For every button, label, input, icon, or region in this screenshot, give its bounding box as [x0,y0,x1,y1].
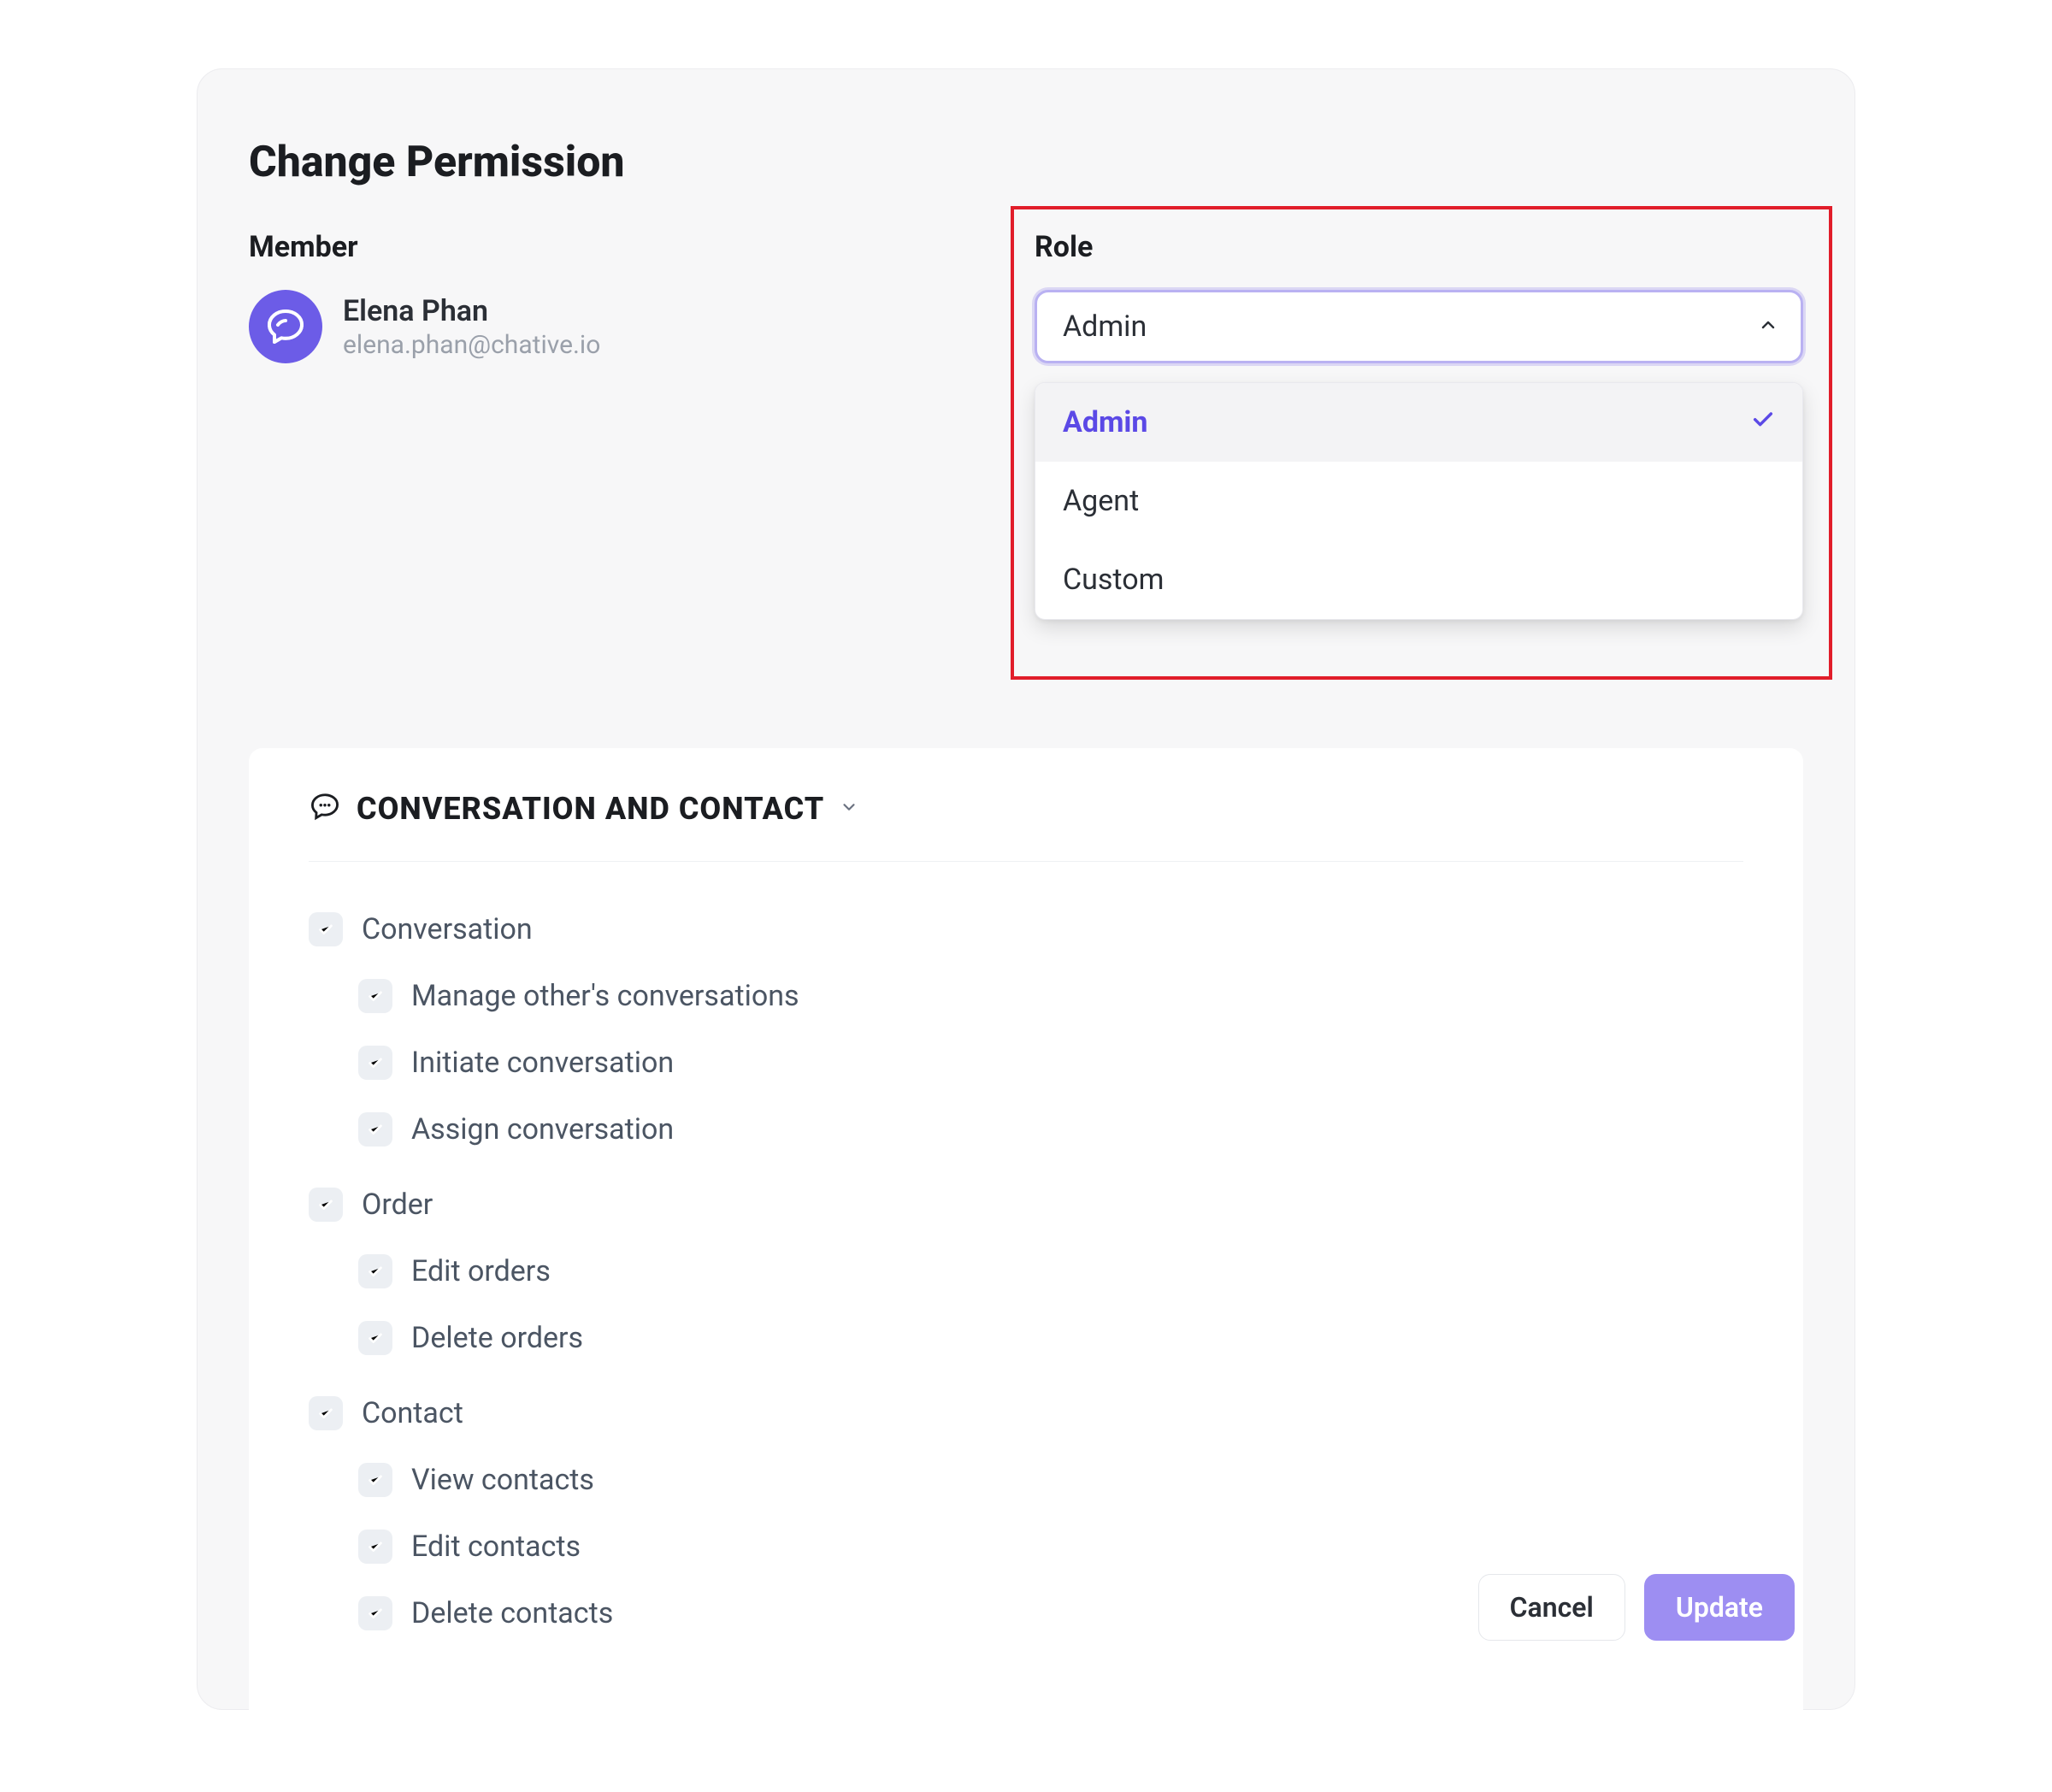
role-option-admin[interactable]: Admin [1035,383,1802,462]
permissions-section-title: CONVERSATION AND CONTACT [357,791,824,827]
perm-label: Initiate conversation [411,1046,674,1080]
perm-item[interactable]: Initiate conversation [309,1029,1743,1096]
checkbox-icon[interactable] [358,1046,392,1080]
checkbox-icon[interactable] [358,979,392,1013]
member-label: Member [249,230,1017,264]
perm-item[interactable]: Order [309,1171,1743,1238]
perm-item[interactable]: Conversation [309,896,1743,963]
perm-item[interactable]: Delete orders [309,1305,1743,1371]
role-select[interactable]: Admin [1035,290,1803,363]
role-option-label: Agent [1063,484,1139,518]
perm-item[interactable]: Contact [309,1380,1743,1447]
role-option-agent[interactable]: Agent [1035,462,1802,540]
perm-item[interactable]: Manage other's conversations [309,963,1743,1029]
role-option-label: Custom [1063,563,1164,597]
checkbox-icon[interactable] [309,1396,343,1430]
checkbox-icon[interactable] [309,1188,343,1222]
checkbox-icon[interactable] [358,1596,392,1630]
checkbox-icon[interactable] [358,1112,392,1147]
chevron-up-icon [1758,315,1778,339]
chat-bubble-icon [265,306,306,347]
checkbox-icon[interactable] [358,1254,392,1288]
perm-group-order: Order Edit orders Delete orders [309,1171,1743,1371]
perm-label: Conversation [362,912,533,946]
role-label: Role [1035,230,1803,264]
perm-item[interactable]: Assign conversation [309,1096,1743,1163]
perm-item[interactable]: View contacts [309,1447,1743,1513]
update-button[interactable]: Update [1644,1574,1795,1641]
checkbox-icon[interactable] [358,1321,392,1355]
role-option-custom[interactable]: Custom [1035,540,1802,619]
perm-item[interactable]: Edit orders [309,1238,1743,1305]
page-title: Change Permission [249,138,1803,187]
member-row: Elena Phan elena.phan@chative.io [249,290,1017,363]
checkbox-icon[interactable] [358,1530,392,1564]
member-name: Elena Phan [343,294,600,328]
perm-label: Order [362,1188,433,1222]
checkbox-icon[interactable] [309,912,343,946]
divider-bar [249,1514,1803,1530]
perm-label: Contact [362,1396,463,1430]
permissions-section-header[interactable]: CONVERSATION AND CONTACT [309,791,1743,862]
perm-label: Edit contacts [411,1530,581,1564]
perm-label: View contacts [411,1463,594,1497]
avatar [249,290,322,363]
perm-label: Assign conversation [411,1112,674,1147]
cancel-button[interactable]: Cancel [1478,1574,1625,1641]
role-selected-value: Admin [1063,309,1147,344]
update-button-label: Update [1676,1591,1763,1624]
perm-label: Delete orders [411,1321,583,1355]
checkbox-icon[interactable] [358,1463,392,1497]
chat-icon [309,791,341,827]
role-dropdown: Admin Agent Custom [1035,382,1803,620]
perm-label: Edit orders [411,1254,551,1288]
role-option-label: Admin [1063,405,1148,439]
perm-label: Delete contacts [411,1596,613,1630]
check-icon [1749,405,1777,440]
chevron-down-icon [840,798,858,820]
perm-group-conversation: Conversation Manage other's conversation… [309,896,1743,1163]
perm-label: Manage other's conversations [411,979,799,1013]
cancel-button-label: Cancel [1510,1591,1594,1624]
change-permission-panel: Change Permission Member Elena P [197,68,1855,1710]
member-email: elena.phan@chative.io [343,330,600,360]
footer-actions: Cancel Update [1478,1574,1795,1641]
